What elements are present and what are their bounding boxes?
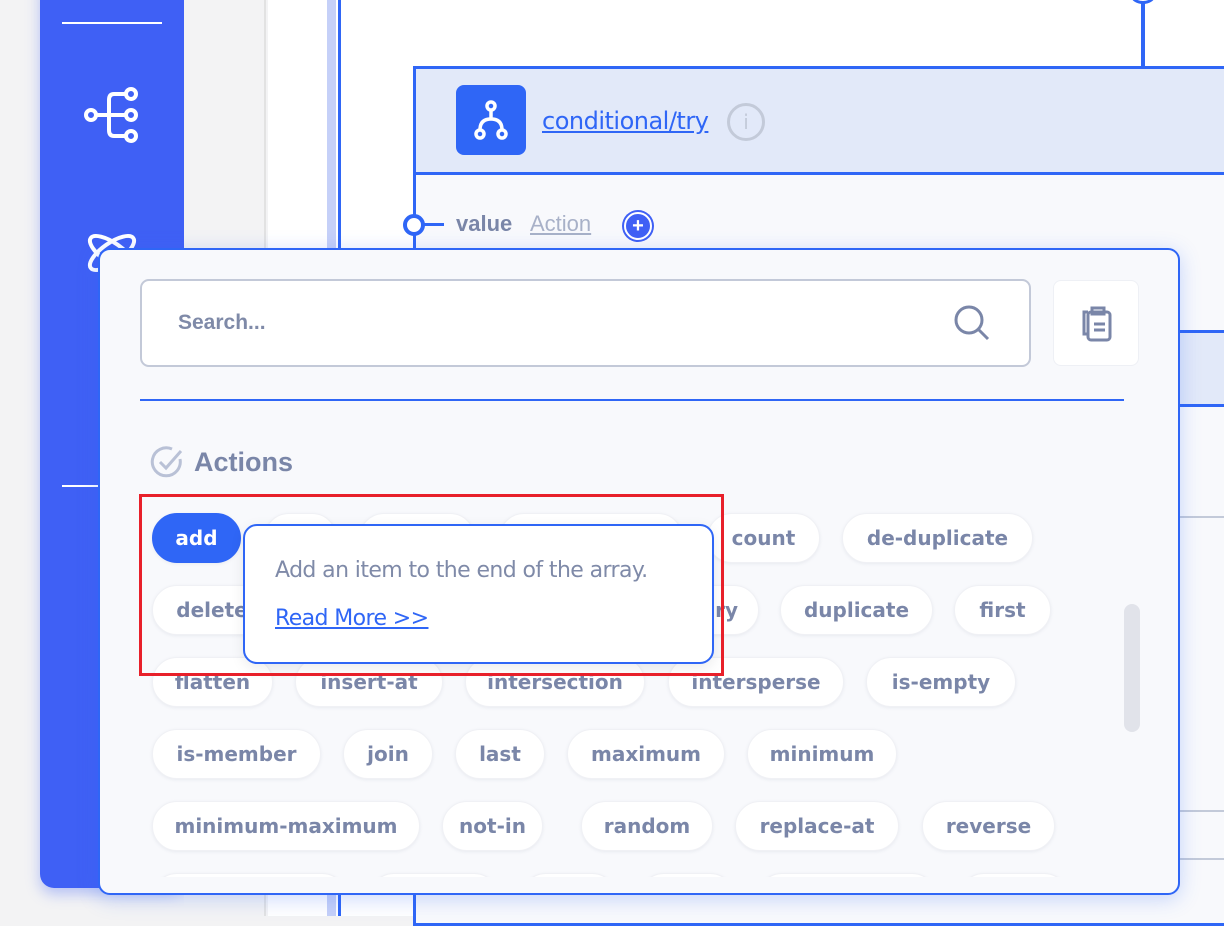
divider <box>140 399 1124 401</box>
search-icon[interactable] <box>952 303 992 348</box>
plus-circle-icon[interactable]: + <box>624 212 652 240</box>
action-pill-minimum-maximum[interactable]: minimum-maximum <box>152 801 420 851</box>
action-pill-minimum[interactable]: minimum <box>747 729 897 779</box>
node-header: conditional/try i <box>416 69 1224 175</box>
workflow-tree-icon[interactable] <box>84 85 140 150</box>
input-type-link[interactable]: Action <box>530 211 591 237</box>
section-header: Actions <box>150 445 293 479</box>
port-line <box>424 223 444 226</box>
clipboard-icon <box>1082 306 1112 342</box>
action-pill-reverse[interactable]: reverse <box>922 801 1055 851</box>
action-pill-is-member[interactable]: is-member <box>152 729 321 779</box>
action-pill-item[interactable] <box>757 873 937 877</box>
divider <box>1180 810 1224 812</box>
action-pill-item[interactable] <box>521 873 617 877</box>
section-title: Actions <box>194 446 294 477</box>
paste-button[interactable] <box>1053 280 1139 366</box>
highlight-box <box>139 494 724 676</box>
action-pill-de-duplicate[interactable]: de-duplicate <box>842 513 1033 563</box>
input-port[interactable] <box>403 214 425 236</box>
action-pill-item[interactable] <box>639 873 735 877</box>
action-pill-duplicate[interactable]: duplicate <box>780 585 933 635</box>
scrollbar[interactable] <box>1124 604 1140 732</box>
action-pill-replace-at[interactable]: replace-at <box>735 801 899 851</box>
branch-icon <box>456 85 526 155</box>
node-connector <box>1141 0 1145 66</box>
action-pill-item[interactable] <box>959 873 1069 877</box>
search-placeholder: Search... <box>178 311 266 334</box>
search-input[interactable]: Search... <box>140 279 1031 367</box>
action-pill-is-empty[interactable]: is-empty <box>866 657 1016 707</box>
input-name: value <box>456 211 513 236</box>
divider <box>1180 516 1224 518</box>
action-pill-maximum[interactable]: maximum <box>567 729 725 779</box>
action-pill-join[interactable]: join <box>343 729 433 779</box>
action-pill-first[interactable]: first <box>954 585 1051 635</box>
action-pill-random[interactable]: random <box>581 801 713 851</box>
action-pill-last[interactable]: last <box>455 729 545 779</box>
divider <box>1180 858 1224 860</box>
sidebar-divider <box>62 22 162 24</box>
check-circle-icon <box>150 446 183 478</box>
action-pill-item[interactable] <box>369 873 499 877</box>
action-pill-item[interactable] <box>152 873 347 877</box>
action-pill-not-in[interactable]: not-in <box>442 801 543 851</box>
sidebar-divider <box>62 485 102 487</box>
node-title-link[interactable]: conditional/try <box>542 107 709 135</box>
info-icon[interactable]: i <box>727 103 765 141</box>
